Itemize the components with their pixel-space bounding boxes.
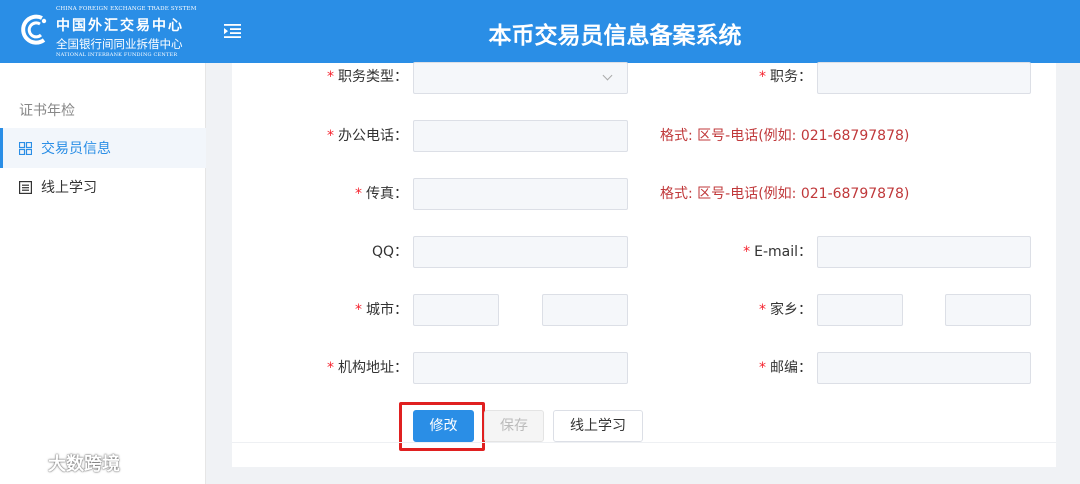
form-row-fax: * 传真： 格式: 区号-电话(例如: 021-68797878) — [232, 178, 1056, 210]
city-label: * 城市： — [292, 294, 408, 326]
fax-label-text: 传真： — [366, 186, 408, 202]
form-row-office-phone: * 办公电话： 格式: 区号-电话(例如: 021-68797878) — [232, 120, 1056, 152]
hometown-province-input[interactable] — [817, 294, 903, 326]
zipcode-label: * 邮编： — [712, 352, 812, 384]
job-type-label-text: 职务类型： — [338, 69, 408, 85]
form-panel: * 职务类型： * 职务： * 办公电话： 格式: 区号-电话(例如: 021-687… — [232, 61, 1056, 467]
email-label-text: E-mail： — [754, 244, 812, 260]
sidebar-item-trader-info[interactable]: 交易员信息 — [0, 128, 206, 168]
required-mark: * — [355, 186, 362, 202]
form-row-job: * 职务类型： * 职务： — [232, 61, 1056, 95]
address-label-text: 机构地址： — [338, 360, 408, 376]
required-mark: * — [355, 302, 362, 318]
system-title-wrap: 本币交易员信息备案系统 — [0, 16, 1080, 50]
zipcode-label-text: 邮编： — [770, 360, 812, 376]
save-button[interactable]: 保存 — [484, 410, 544, 442]
city-province-input[interactable] — [413, 294, 499, 326]
logo-english-top: CHINA FOREIGN EXCHANGE TRADE SYSTEM — [56, 6, 197, 12]
office-phone-input[interactable] — [413, 120, 628, 152]
address-label: * 机构地址： — [292, 352, 408, 384]
fax-input[interactable] — [413, 178, 628, 210]
job-type-label: * 职务类型： — [292, 61, 408, 93]
online-study-button[interactable]: 线上学习 — [553, 410, 643, 442]
watermark: 大数跨境 — [10, 450, 120, 476]
sidebar-item-label: 线上学习 — [41, 180, 97, 196]
required-mark: * — [759, 360, 766, 376]
form-row-address-zip: * 机构地址： * 邮编： — [232, 352, 1056, 384]
watermark-logo-icon — [10, 452, 43, 472]
position-label-text: 职务： — [770, 69, 812, 85]
email-label: * E-mail： — [712, 236, 812, 268]
zipcode-input[interactable] — [817, 352, 1031, 384]
qq-input[interactable] — [413, 236, 628, 268]
office-phone-label: * 办公电话： — [292, 120, 408, 152]
list-icon — [19, 180, 32, 194]
form-divider — [232, 442, 1056, 443]
email-input[interactable] — [817, 236, 1031, 268]
watermark-text: 大数跨境 — [48, 454, 120, 475]
sidebar: 证书年检 交易员信息 线上学习 — [0, 63, 206, 484]
edit-button[interactable]: 修改 — [413, 410, 474, 442]
required-mark: * — [327, 128, 334, 144]
logo-english-bottom: NATIONAL INTERBANK FUNDING CENTER — [56, 52, 178, 58]
fax-label: * 传真： — [292, 178, 408, 210]
city-label-text: 城市： — [366, 302, 408, 318]
sidebar-item-online-study[interactable]: 线上学习 — [0, 167, 206, 207]
fax-hint: 格式: 区号-电话(例如: 021-68797878) — [660, 186, 910, 202]
position-input[interactable] — [817, 62, 1031, 94]
required-mark: * — [759, 69, 766, 85]
office-phone-hint: 格式: 区号-电话(例如: 021-68797878) — [660, 128, 910, 144]
city-city-input[interactable] — [542, 294, 628, 326]
qq-label: QQ： — [371, 244, 408, 260]
office-phone-label-text: 办公电话： — [338, 128, 408, 144]
sidebar-item-label: 交易员信息 — [41, 141, 111, 157]
sidebar-group-label: 证书年检 — [19, 103, 75, 119]
system-title: 本币交易员信息备案系统 — [488, 23, 742, 49]
required-mark: * — [759, 302, 766, 318]
grid-icon — [19, 141, 32, 155]
top-header: CHINA FOREIGN EXCHANGE TRADE SYSTEM 中国外汇… — [0, 0, 1080, 63]
form-row-city-hometown: * 城市： * 家乡： — [232, 294, 1056, 326]
job-type-select[interactable] — [413, 62, 628, 94]
hometown-label-text: 家乡： — [770, 302, 812, 318]
required-mark: * — [327, 69, 334, 85]
position-label: * 职务： — [712, 61, 812, 93]
hometown-city-input[interactable] — [945, 294, 1031, 326]
address-input[interactable] — [413, 352, 628, 384]
required-mark: * — [327, 360, 334, 376]
hometown-label: * 家乡： — [712, 294, 812, 326]
required-mark: * — [743, 244, 751, 260]
form-row-qq-email: QQ： * E-mail： — [232, 236, 1056, 268]
